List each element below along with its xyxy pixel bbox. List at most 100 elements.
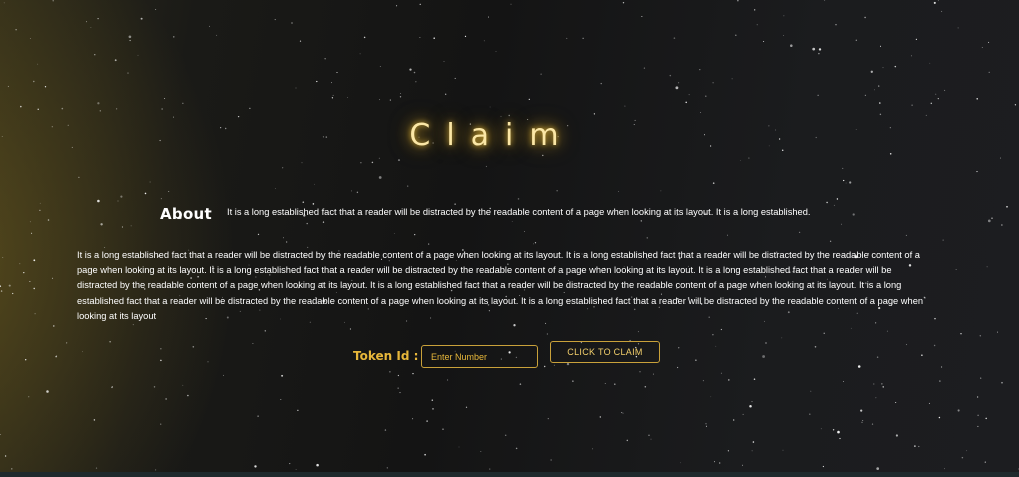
starfield-background bbox=[0, 0, 1019, 471]
star bbox=[593, 113, 596, 115]
star bbox=[937, 97, 939, 100]
star bbox=[15, 29, 17, 31]
star bbox=[879, 113, 882, 116]
star bbox=[94, 54, 96, 56]
star bbox=[941, 10, 943, 13]
star bbox=[876, 356, 879, 358]
star bbox=[286, 241, 288, 243]
star bbox=[500, 115, 502, 117]
star bbox=[400, 93, 401, 94]
star bbox=[128, 35, 132, 39]
star bbox=[980, 377, 982, 379]
star bbox=[999, 157, 1002, 159]
star bbox=[783, 35, 785, 36]
star bbox=[809, 413, 811, 415]
star bbox=[829, 240, 832, 242]
star bbox=[710, 396, 712, 398]
star bbox=[397, 159, 401, 162]
star bbox=[650, 438, 652, 440]
star bbox=[249, 107, 251, 109]
star bbox=[533, 243, 534, 245]
star bbox=[673, 37, 676, 39]
star bbox=[582, 37, 584, 39]
star bbox=[428, 243, 430, 245]
star bbox=[988, 71, 990, 74]
bottom-edge-bar bbox=[0, 472, 1019, 477]
star bbox=[600, 82, 602, 85]
star bbox=[34, 313, 36, 315]
star bbox=[127, 72, 129, 74]
star bbox=[977, 414, 979, 417]
star bbox=[680, 462, 682, 464]
star bbox=[371, 161, 374, 164]
star bbox=[850, 327, 852, 329]
star bbox=[464, 35, 467, 38]
star bbox=[875, 397, 877, 399]
star bbox=[480, 450, 482, 453]
star bbox=[833, 204, 835, 206]
star bbox=[991, 217, 993, 219]
star bbox=[604, 383, 606, 384]
star bbox=[895, 401, 897, 404]
star bbox=[843, 179, 845, 182]
claim-button[interactable]: CLICK TO CLAIM bbox=[550, 341, 660, 363]
star bbox=[988, 41, 990, 43]
star bbox=[458, 446, 460, 448]
star bbox=[928, 402, 930, 404]
star bbox=[389, 99, 391, 101]
star bbox=[289, 463, 291, 465]
star bbox=[879, 45, 882, 47]
star bbox=[678, 347, 680, 349]
star bbox=[316, 463, 319, 467]
star bbox=[100, 223, 103, 226]
star bbox=[842, 167, 844, 169]
star bbox=[814, 346, 817, 348]
star bbox=[130, 225, 132, 227]
star bbox=[378, 176, 382, 179]
star bbox=[465, 406, 468, 408]
star bbox=[144, 192, 147, 195]
star bbox=[895, 434, 898, 437]
star bbox=[396, 5, 398, 7]
star bbox=[384, 429, 387, 431]
star bbox=[407, 185, 409, 187]
star bbox=[660, 190, 662, 192]
star bbox=[510, 3, 512, 5]
star bbox=[871, 423, 874, 425]
star bbox=[33, 287, 35, 290]
star bbox=[160, 198, 162, 200]
star bbox=[720, 328, 723, 331]
star bbox=[910, 55, 912, 57]
star bbox=[817, 94, 819, 96]
star bbox=[7, 85, 9, 88]
star bbox=[0, 434, 1, 436]
star bbox=[572, 380, 574, 382]
star bbox=[314, 183, 315, 185]
star bbox=[836, 198, 839, 200]
star bbox=[934, 317, 936, 320]
star bbox=[641, 16, 643, 17]
star bbox=[386, 467, 388, 469]
star bbox=[222, 374, 225, 376]
star bbox=[839, 437, 841, 440]
star bbox=[644, 386, 647, 388]
token-id-input[interactable] bbox=[421, 345, 538, 368]
star bbox=[280, 398, 282, 401]
star bbox=[874, 89, 875, 91]
star bbox=[44, 86, 47, 88]
star bbox=[415, 81, 417, 83]
star bbox=[39, 202, 41, 204]
star bbox=[798, 231, 801, 234]
star bbox=[599, 416, 601, 418]
star bbox=[944, 468, 945, 470]
star bbox=[669, 74, 672, 77]
star bbox=[356, 191, 359, 194]
star bbox=[837, 430, 840, 434]
star bbox=[257, 233, 260, 236]
star bbox=[37, 108, 39, 110]
star bbox=[835, 24, 837, 26]
star bbox=[378, 157, 380, 159]
star bbox=[864, 16, 866, 19]
star bbox=[297, 409, 299, 411]
star bbox=[336, 71, 338, 74]
